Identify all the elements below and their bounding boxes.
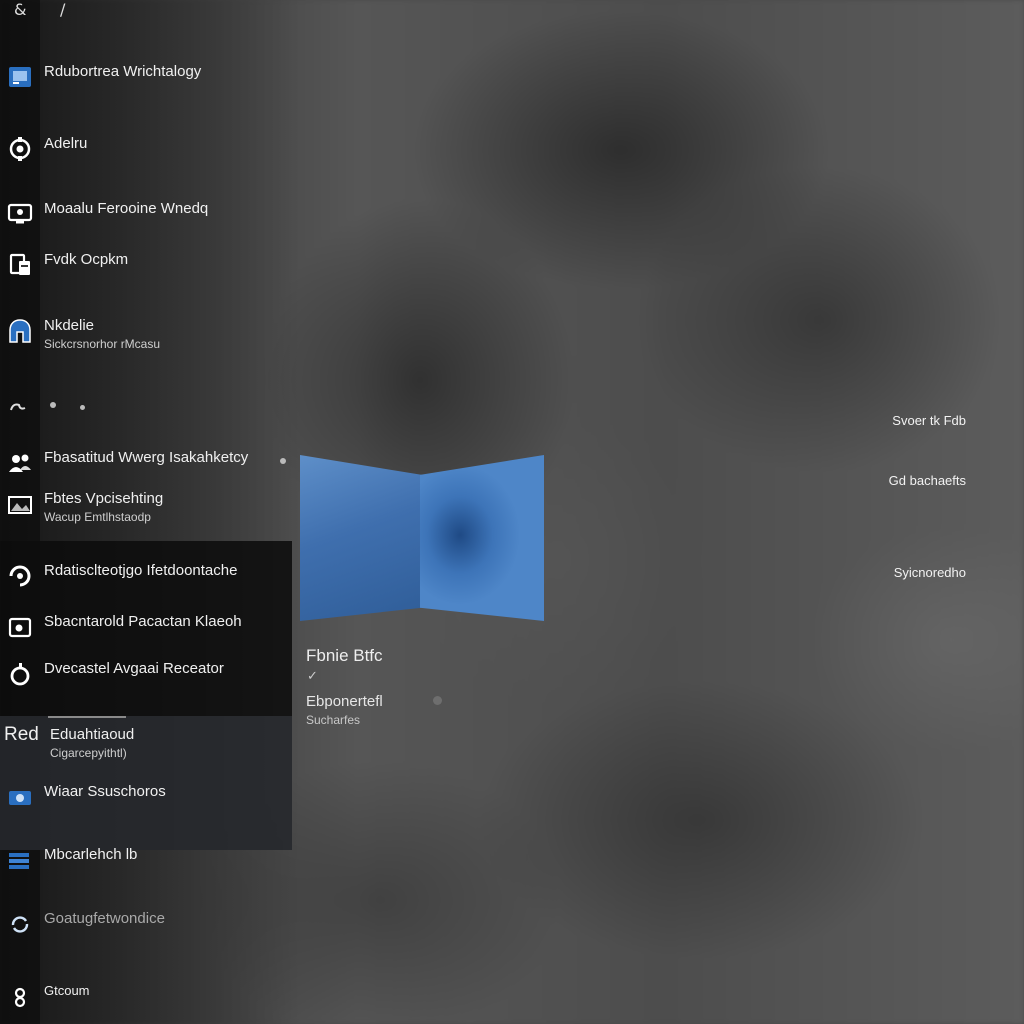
sidebar-item-14[interactable]: Mbcarlehch lb: [6, 846, 137, 874]
sidebar-item-sublabel: Cigarcepyithtl): [50, 746, 127, 760]
sidebar-item-4[interactable]: Fvdk Ocpkm: [6, 251, 128, 279]
check-icon: ✓: [307, 668, 318, 683]
gear-icon: [6, 135, 34, 163]
sidebar-item-12[interactable]: Red Eduahtiaoud Cigarcepyithtl): [4, 724, 135, 761]
sidebar-item-label: Eduahtiaoud: [50, 726, 135, 743]
document-icon: [6, 251, 34, 279]
sidebar-item-label: Nkdelie: [44, 317, 95, 334]
right-link-3[interactable]: Syicnoredho: [894, 565, 966, 580]
app-preview-tile[interactable]: [300, 455, 544, 621]
sidebar-item-prefix: Red: [4, 724, 39, 745]
refresh-icon: [6, 562, 34, 590]
indicator-dot: [80, 405, 85, 410]
sidebar-item-15[interactable]: Goatugfetwondice: [6, 910, 165, 938]
sidebar-item-13[interactable]: Wiaar Ssuschoros: [6, 783, 166, 811]
sidebar-item-label: Goatugfetwondice: [44, 910, 165, 927]
sidebar-item-7[interactable]: Fbasatitud Wwerg Isakahketcy: [6, 449, 248, 477]
sidebar-item-10[interactable]: Sbacntarold Pacactan Klaeoh: [6, 613, 242, 641]
sidebar-item-1[interactable]: Rdubortrea Wrichtalogy: [6, 63, 201, 91]
sidebar-item-label: Fvdk Ocpkm: [44, 251, 129, 268]
sidebar-item-sublabel: Sickcrsnorhor rMcasu: [44, 337, 161, 351]
sidebar-item-label: Wiaar Ssuschoros: [44, 783, 166, 800]
sidebar-item-label: Moaalu Ferooine Wnedq: [44, 200, 209, 217]
folder-icon: [6, 613, 34, 641]
tile-right-panel: [420, 455, 544, 621]
preview-title: Fbnie Btfc: [306, 646, 383, 665]
sidebar-item-9[interactable]: Rdatisclteotjgo Ifetdoontache: [6, 562, 237, 590]
sidebar-item-label: Rdubortrea Wrichtalogy: [44, 63, 202, 80]
top-right-glyph: /: [60, 0, 66, 19]
indicator-dot: [50, 402, 56, 408]
sidebar-item-label: Rdatisclteotjgo Ifetdoontache: [44, 562, 238, 579]
status-dot: [433, 696, 442, 705]
shield-icon: [6, 317, 34, 345]
sidebar-item-label: Gtcoum: [44, 983, 90, 998]
sidebar-item-11[interactable]: Dvecastel Avgaai Receator: [6, 660, 224, 688]
cloud-icon: [6, 393, 34, 421]
user-icon: [6, 982, 34, 1010]
sync-icon: [6, 910, 34, 938]
app-window-icon: [6, 63, 34, 91]
preview-name: Ebponertefl: [306, 693, 383, 710]
people-icon: [6, 449, 34, 477]
right-link-1[interactable]: Svoer tk Fdb: [892, 413, 966, 428]
sidebar-item-label: Fbasatitud Wwerg Isakahketcy: [44, 449, 249, 466]
sidebar-item-label: Fbtes Vpcisehting: [44, 490, 164, 507]
sidebar-item-label: Mbcarlehch lb: [44, 846, 138, 863]
sidebar-item-16[interactable]: Gtcoum: [6, 982, 90, 1010]
sidebar-item-sublabel: Wacup Emtlhstaodp: [44, 510, 151, 524]
right-link-2[interactable]: Gd bachaefts: [889, 473, 966, 488]
preview-subtitle: Sucharfes: [306, 713, 361, 727]
sidebar-item-label: Dvecastel Avgaai Receator: [44, 660, 224, 677]
sidebar-item-label: Sbacntarold Pacactan Klaeoh: [44, 613, 242, 630]
sidebar-item-3[interactable]: Moaalu Ferooine Wnedq: [6, 200, 208, 228]
sidebar-item-2[interactable]: Adelru: [6, 135, 87, 163]
tile-left-panel: [300, 455, 422, 621]
sidebar-item-5[interactable]: Nkdelie Sickcrsnorhor rMcasu: [6, 317, 160, 352]
camera-icon: [6, 783, 34, 811]
sidebar-item-8[interactable]: Fbtes Vpcisehting Wacup Emtlhstaodp: [6, 490, 163, 525]
monitor-icon: [6, 200, 34, 228]
image-icon: [6, 490, 34, 518]
circle-icon: [6, 660, 34, 688]
sidebar-item-6[interactable]: [6, 393, 44, 421]
sidebar-item-label: Adelru: [44, 135, 88, 152]
group-divider: [48, 716, 126, 718]
indicator-dot: [280, 458, 286, 464]
stack-icon: [6, 846, 34, 874]
top-left-glyph: &: [14, 0, 27, 19]
